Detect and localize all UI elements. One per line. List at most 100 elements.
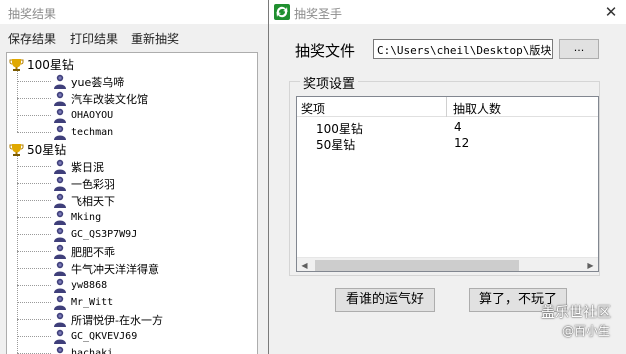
tree-connector <box>17 183 51 184</box>
prize-name: 50星钻 <box>316 138 356 152</box>
tree-connector <box>17 71 18 132</box>
tree-connector <box>17 336 51 337</box>
tree-winner-label: Mking <box>71 212 102 223</box>
tree-winner-label: 牛气冲天洋洋得意 <box>71 262 159 276</box>
tree-connector <box>17 81 51 82</box>
tree-winner-item[interactable]: 一色彩羽 <box>53 175 115 192</box>
tree-connector <box>17 115 51 116</box>
tree-winner-label: hachaki <box>71 348 114 354</box>
user-icon <box>54 91 66 106</box>
scroll-right-icon[interactable]: ▶ <box>583 258 598 271</box>
tree-connector <box>17 217 51 218</box>
tree-winner-item[interactable]: GC_QS3P7W9J <box>53 226 137 243</box>
tree-winner-label: Mr_Witt <box>71 297 114 308</box>
tree-winner-label: yue荟乌啼 <box>71 75 125 89</box>
tree-connector <box>17 319 51 320</box>
tree-winner-item[interactable]: 飞相天下 <box>53 192 115 209</box>
user-icon <box>54 295 66 310</box>
menu-save-results[interactable]: 保存结果 <box>8 30 56 47</box>
draw-lucky-button[interactable]: 看谁的运气好 <box>335 288 435 312</box>
tree-winner-label: OHAOYOU <box>71 110 114 121</box>
user-icon <box>54 278 66 293</box>
lottery-titlebar: 抽奖圣手 ✕ <box>269 0 626 24</box>
trophy-icon <box>9 58 24 71</box>
tree-winner-item[interactable]: hachaki <box>53 345 113 354</box>
tree-winner-label: GC_QS3P7W9J <box>71 229 138 240</box>
tree-winner-label: 一色彩羽 <box>71 177 115 191</box>
results-tree[interactable]: 100星钻 yue荟乌啼汽车改装文化馆 OHAOYOU techman 50星钻 紫日泯一… <box>6 52 258 354</box>
browse-button[interactable]: ... <box>559 39 599 59</box>
user-icon <box>56 346 64 354</box>
user-icon <box>54 125 66 140</box>
tree-winner-item[interactable]: GC_QKVEVJ69 <box>53 328 137 345</box>
menu-print-results[interactable]: 打印结果 <box>70 30 118 47</box>
tree-winner-item[interactable]: Mking <box>53 209 101 226</box>
user-icon <box>54 227 66 242</box>
tree-connector <box>17 302 51 303</box>
tree-winner-item[interactable]: Mr_Witt <box>53 294 113 311</box>
tree-connector <box>17 200 51 201</box>
tree-group-label: 100星钻 <box>27 58 74 72</box>
tree-winner-item[interactable]: 紫日泯 <box>53 158 104 175</box>
tree-winner-item[interactable]: 汽车改装文化馆 <box>53 90 148 107</box>
tree-connector <box>17 98 51 99</box>
tree-winner-label: 飞相天下 <box>71 194 115 208</box>
prize-count: 12 <box>454 136 470 150</box>
user-icon <box>54 74 66 89</box>
results-menubar: 保存结果 打印结果 重新抽奖 <box>0 26 268 48</box>
close-icon[interactable]: ✕ <box>601 2 621 22</box>
tree-winner-label: 汽车改装文化馆 <box>71 92 148 106</box>
tree-group[interactable]: 100星钻 <box>9 56 74 73</box>
results-titlebar: 抽奖结果 <box>0 0 268 24</box>
user-icon <box>54 210 66 225</box>
tree-winner-item[interactable]: yw8868 <box>53 277 107 294</box>
tree-winner-label: 所谓悦伊-在水一方 <box>71 313 163 327</box>
prize-settings-title: 奖项设置 <box>300 73 359 92</box>
tree-winner-item[interactable]: yue荟乌啼 <box>53 73 124 90</box>
tree-winner-label: techman <box>71 127 114 138</box>
tree-connector <box>17 156 18 353</box>
tree-connector <box>17 285 51 286</box>
trophy-icon <box>9 143 24 156</box>
user-icon <box>54 244 66 259</box>
tree-group-label: 50星钻 <box>27 143 67 157</box>
lottery-file-path-field[interactable]: C:\Users\cheil\Desktop\版块活 <box>373 39 553 59</box>
user-icon <box>54 261 66 276</box>
user-icon <box>54 176 66 191</box>
column-header-prize[interactable]: 奖项 <box>297 97 447 117</box>
lottery-file-label: 抽奖文件 <box>295 42 356 60</box>
tree-winner-label: 紫日泯 <box>71 160 104 174</box>
scroll-left-icon[interactable]: ◀ <box>297 258 312 271</box>
prize-row[interactable]: 50星钻 12 <box>297 135 598 152</box>
prize-list[interactable]: 奖项 抽取人数 100星钻 4 50星钻 12 ◀ ▶ <box>296 96 599 272</box>
tree-winner-item[interactable]: 牛气冲天洋洋得意 <box>53 260 159 277</box>
prize-row[interactable]: 100星钻 4 <box>297 119 598 136</box>
watermark-line-2: @百小生 <box>562 324 611 338</box>
tree-winner-item[interactable]: OHAOYOU <box>53 107 113 124</box>
watermark-line-1: 盖乐世社区 <box>541 305 611 321</box>
tree-connector <box>17 251 51 252</box>
lottery-window: 抽奖圣手 ✕ 抽奖文件 C:\Users\cheil\Desktop\版块活 .… <box>268 0 626 354</box>
tree-winner-label: yw8868 <box>71 280 108 291</box>
user-icon <box>54 159 66 174</box>
tree-winner-item[interactable]: techman <box>53 124 113 141</box>
prize-list-header: 奖项 抽取人数 <box>297 97 598 117</box>
results-window-title: 抽奖结果 <box>8 7 57 21</box>
user-icon <box>54 108 66 123</box>
tree-winner-item[interactable]: 所谓悦伊-在水一方 <box>53 311 163 328</box>
scrollbar-thumb[interactable] <box>315 260 519 271</box>
tree-connector <box>17 268 51 269</box>
prize-count: 4 <box>454 120 462 134</box>
menu-redraw[interactable]: 重新抽奖 <box>131 30 179 47</box>
horizontal-scrollbar[interactable]: ◀ ▶ <box>297 257 598 271</box>
tree-connector <box>17 234 51 235</box>
tree-connector <box>17 132 51 133</box>
column-header-count[interactable]: 抽取人数 <box>447 97 597 117</box>
tree-winner-label: GC_QKVEVJ69 <box>71 331 138 342</box>
user-icon <box>54 329 66 344</box>
lottery-window-title: 抽奖圣手 <box>294 7 343 21</box>
user-icon <box>54 193 66 208</box>
tree-connector <box>17 166 51 167</box>
tree-winner-item[interactable]: 肥肥不乖 <box>53 243 115 260</box>
tree-winner-label: 肥肥不乖 <box>71 245 115 259</box>
